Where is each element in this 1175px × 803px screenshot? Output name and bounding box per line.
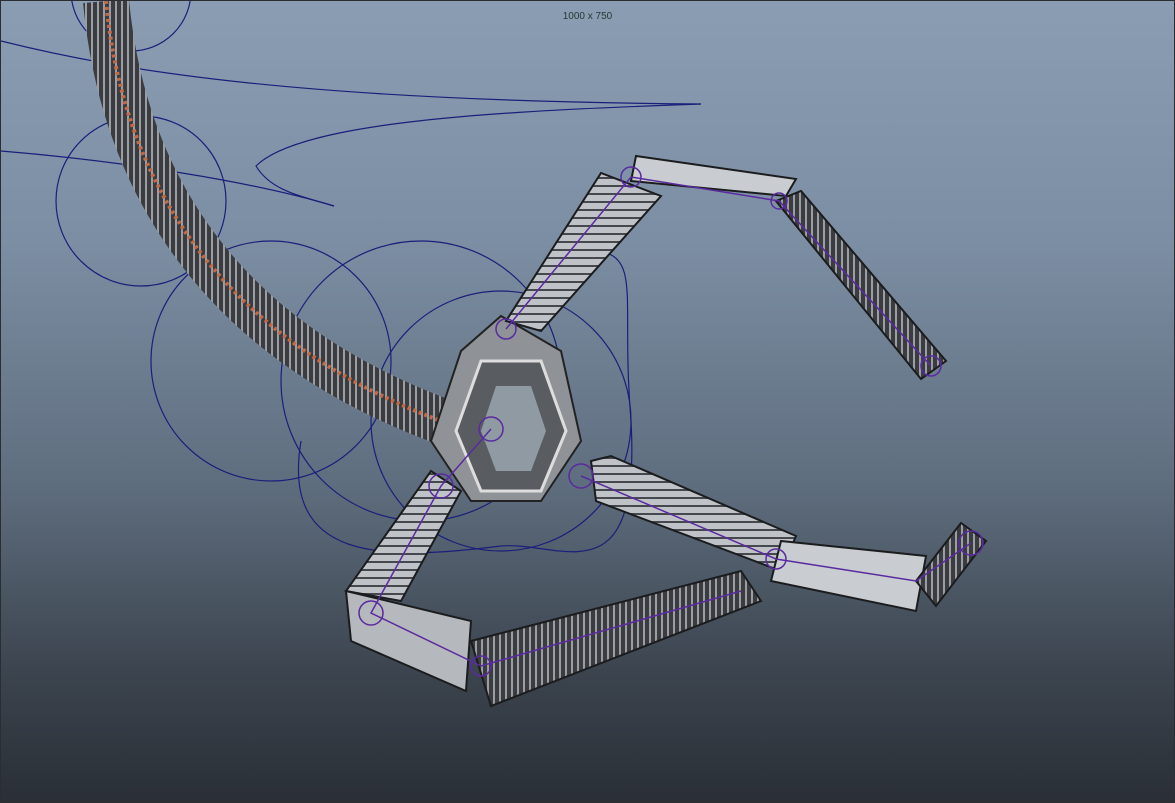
scene-render [1,1,988,708]
claw-hub [429,314,583,502]
3d-viewport[interactable]: 1000 x 750 [0,0,1175,803]
